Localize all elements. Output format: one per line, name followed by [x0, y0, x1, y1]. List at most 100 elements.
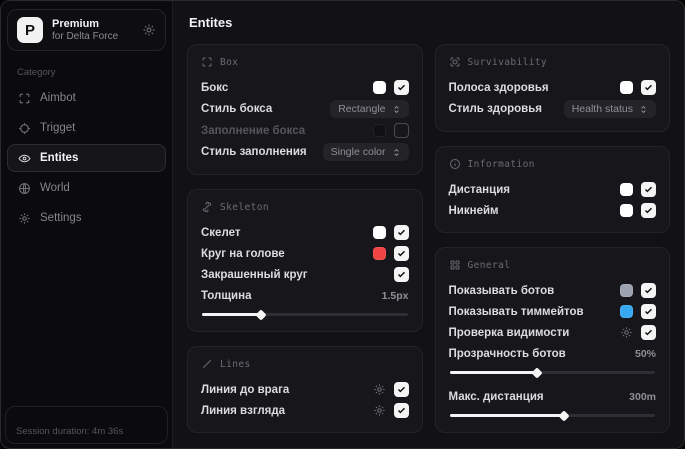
checkbox-checked[interactable] — [393, 246, 409, 261]
setting-label: Никнейм — [448, 204, 499, 217]
checkbox-checked[interactable] — [393, 382, 409, 397]
thickness-slider[interactable] — [202, 308, 408, 321]
eye-icon — [18, 152, 31, 165]
setting-row-enemy-line: Линия до врага — [201, 379, 409, 400]
brand-subtitle: for Delta Force — [52, 30, 119, 42]
select-value: Health status — [571, 103, 633, 115]
setting-row-box-fill: Заполнение бокса — [201, 120, 409, 141]
slider-thumb[interactable] — [254, 308, 267, 321]
max-distance-slider[interactable] — [449, 409, 655, 422]
setting-row-health-style: Стиль здоровья Health status — [448, 98, 656, 120]
gear-icon[interactable] — [373, 404, 386, 417]
setting-label: Линия взгляда — [201, 404, 286, 417]
checkbox-checked[interactable] — [641, 203, 656, 218]
brand-title: Premium — [52, 17, 100, 30]
checkbox-checked[interactable] — [641, 80, 656, 95]
scan-icon — [18, 92, 31, 105]
page-title: Entites — [189, 15, 233, 30]
session-box: Session duration: 4m 36s — [5, 406, 168, 444]
setting-row-distance: Дистанция — [449, 179, 656, 200]
main-panel: Entites Box Бокс Стиль бокса Rectangle З… — [173, 1, 684, 448]
checkbox-checked[interactable] — [393, 225, 409, 240]
color-swatch[interactable] — [620, 204, 633, 217]
setting-row-visibility-check: Проверка видимости — [448, 322, 656, 343]
checkbox-checked[interactable] — [641, 325, 656, 340]
setting-row-skeleton: Скелет — [201, 222, 409, 243]
color-swatch[interactable] — [620, 183, 633, 196]
line-icon — [201, 358, 213, 370]
color-swatch[interactable] — [372, 124, 386, 137]
setting-label: Скелет — [201, 226, 241, 239]
checkbox-checked[interactable] — [393, 267, 409, 282]
health-style-select[interactable]: Health status — [563, 100, 656, 118]
info-icon — [449, 158, 461, 170]
sidebar-item-entites[interactable]: Entites — [7, 144, 166, 172]
checkbox-checked[interactable] — [641, 283, 656, 298]
checkbox-checked[interactable] — [641, 304, 656, 319]
grid-icon — [449, 259, 461, 271]
bots-opacity-slider[interactable] — [449, 366, 655, 379]
setting-label: Толщина — [201, 289, 252, 302]
sidebar-item-world[interactable]: World — [7, 174, 166, 202]
gear-icon — [18, 212, 31, 225]
gear-icon[interactable] — [142, 23, 156, 37]
section-title: Lines — [220, 358, 251, 370]
general-card: General Показывать ботов Показывать тимм… — [434, 247, 670, 433]
color-swatch[interactable] — [620, 284, 633, 297]
setting-label: Показывать ботов — [448, 284, 555, 297]
section-title: Skeleton — [220, 201, 269, 213]
gear-icon[interactable] — [620, 326, 633, 339]
color-swatch[interactable] — [372, 226, 386, 239]
checkbox-checked[interactable] — [393, 80, 409, 95]
setting-label: Стиль здоровья — [448, 103, 543, 115]
globe-icon — [18, 182, 31, 195]
sidebar-item-aimbot[interactable]: Aimbot — [7, 84, 166, 112]
checkbox-checked[interactable] — [641, 182, 656, 197]
slider-thumb[interactable] — [531, 366, 543, 379]
brand-logo: P — [17, 17, 43, 43]
sidebar-item-settings[interactable]: Settings — [7, 204, 166, 232]
setting-label: Полоса здоровья — [448, 81, 549, 94]
setting-label: Стиль заполнения — [201, 146, 307, 158]
setting-row-view-line: Линия взгляда — [201, 400, 409, 421]
color-swatch[interactable] — [372, 247, 386, 260]
session-duration: Session duration: 4m 36s — [16, 426, 124, 437]
section-title: Information — [467, 158, 535, 170]
slider-thumb[interactable] — [557, 409, 570, 422]
app-window: P Premium for Delta Force Category Aimbo… — [0, 0, 685, 449]
slider-value: 1.5px — [381, 289, 409, 302]
sidebar-nav: Aimbot Trigget Entites World Settings — [7, 84, 166, 232]
setting-row-max-distance: Макс. дистанция 300m — [449, 386, 657, 407]
setting-label: Закрашенный круг — [201, 268, 308, 281]
lines-card: Lines Линия до врага Линия взгляда — [187, 346, 423, 433]
sidebar: P Premium for Delta Force Category Aimbo… — [1, 1, 173, 448]
chevrons-up-down-icon — [392, 148, 401, 157]
section-title: Survivability — [467, 56, 548, 68]
survivability-card: Survivability Полоса здоровья Стиль здор… — [434, 44, 670, 132]
color-swatch[interactable] — [372, 81, 386, 94]
checkbox-checked[interactable] — [393, 403, 409, 418]
survivability-icon — [449, 56, 461, 68]
box-style-select[interactable]: Rectangle — [330, 100, 409, 118]
setting-label: Проверка видимости — [448, 326, 570, 339]
brand-text: Premium for Delta Force — [52, 18, 118, 43]
checkbox-unchecked[interactable] — [393, 123, 409, 138]
section-title: Box — [220, 56, 239, 68]
gear-icon[interactable] — [373, 383, 386, 396]
fill-style-select[interactable]: Single color — [322, 143, 409, 161]
setting-label: Линия до врага — [201, 383, 290, 396]
slider-value: 300m — [629, 390, 656, 403]
bone-icon — [201, 201, 213, 213]
setting-row-filled-circle: Закрашенный круг — [201, 264, 409, 285]
setting-label: Стиль бокса — [201, 103, 273, 115]
box-icon — [201, 56, 213, 68]
setting-row-show-bots: Показывать ботов — [448, 280, 656, 301]
brand-card: P Premium for Delta Force — [7, 9, 166, 51]
setting-row-health-bar: Полоса здоровья — [448, 77, 656, 98]
color-swatch[interactable] — [620, 81, 633, 94]
setting-label: Круг на голове — [201, 247, 285, 260]
box-card: Box Бокс Стиль бокса Rectangle Заполнени… — [187, 44, 423, 175]
color-swatch[interactable] — [620, 305, 633, 318]
sidebar-item-trigget[interactable]: Trigget — [7, 114, 166, 142]
select-value: Rectangle — [338, 103, 386, 115]
